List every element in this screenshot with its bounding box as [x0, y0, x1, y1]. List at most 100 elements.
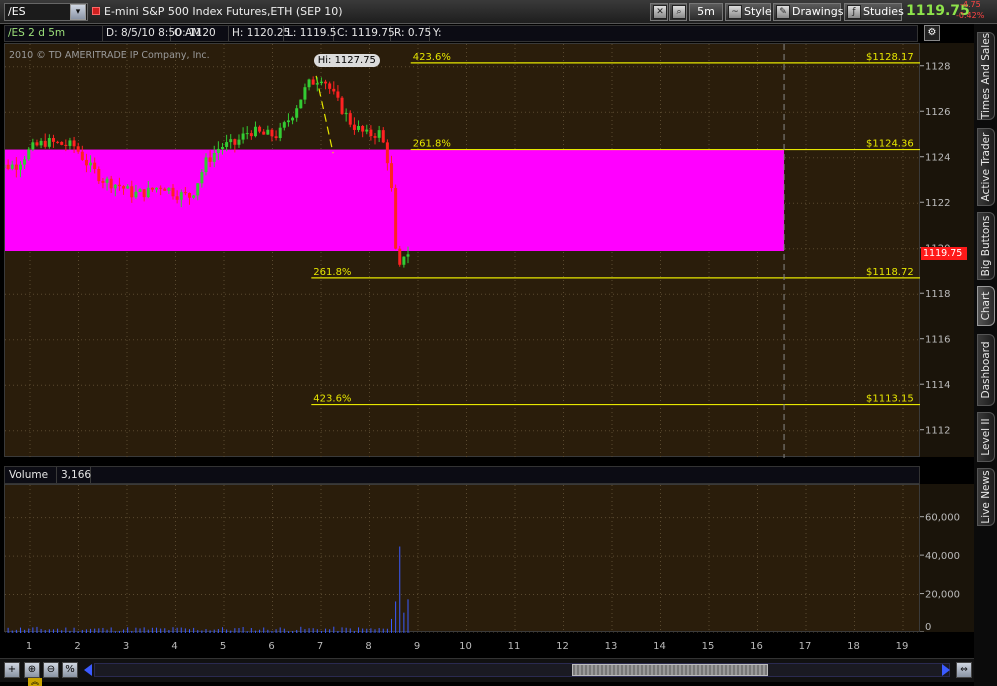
candle-body[interactable] — [14, 164, 18, 170]
candle-body[interactable] — [245, 133, 249, 135]
candle-body[interactable] — [68, 140, 72, 146]
candle-body[interactable] — [390, 163, 394, 189]
candle-body[interactable] — [357, 126, 361, 130]
candle-body[interactable] — [233, 139, 237, 145]
candle-body[interactable] — [101, 181, 105, 183]
candle-body[interactable] — [348, 113, 352, 125]
candle-body[interactable] — [105, 178, 109, 183]
symbol-period[interactable]: /ES 2 d 5m — [5, 26, 103, 41]
drawings-button[interactable]: ✎ Drawings — [773, 3, 843, 21]
candle-body[interactable] — [23, 159, 27, 165]
candle-body[interactable] — [237, 139, 241, 145]
candle-body[interactable] — [344, 113, 348, 115]
candle-body[interactable] — [365, 129, 369, 132]
candle-body[interactable] — [278, 127, 282, 139]
candle-body[interactable] — [332, 88, 336, 92]
candle-body[interactable] — [146, 187, 150, 198]
candle-body[interactable] — [373, 136, 377, 138]
collapse-chevron-icon[interactable]: ︽ — [28, 678, 42, 686]
candle-body[interactable] — [295, 108, 299, 118]
tab-active-trader[interactable]: Active Trader — [977, 128, 995, 206]
candle-body[interactable] — [122, 186, 126, 189]
candle-body[interactable] — [188, 193, 192, 198]
candle-body[interactable] — [84, 159, 88, 166]
candle-body[interactable] — [307, 79, 311, 88]
candle-body[interactable] — [18, 164, 22, 170]
chart-settings-button[interactable]: ⚙ — [924, 25, 940, 41]
candle-body[interactable] — [241, 133, 245, 140]
candle-body[interactable] — [72, 140, 76, 147]
candle-body[interactable] — [76, 146, 80, 152]
zoom-out-button[interactable]: ⊖ — [43, 662, 59, 678]
candle-body[interactable] — [175, 196, 179, 200]
zoom-tool-button[interactable]: ⌕ — [669, 3, 687, 21]
candle-body[interactable] — [303, 87, 307, 100]
crosshair-mode-button[interactable]: + — [4, 662, 20, 678]
candle-body[interactable] — [406, 254, 410, 257]
crosshair-tool-button[interactable]: ✕ — [650, 3, 668, 21]
candle-body[interactable] — [155, 187, 159, 190]
candle-body[interactable] — [179, 192, 183, 200]
candle-body[interactable] — [31, 142, 35, 150]
candle-body[interactable] — [60, 141, 64, 145]
candle-body[interactable] — [163, 188, 167, 191]
candle-body[interactable] — [282, 122, 286, 128]
candle-body[interactable] — [220, 146, 224, 149]
expand-button[interactable]: ⇔ — [956, 662, 972, 678]
candle-body[interactable] — [270, 129, 274, 137]
candle-body[interactable] — [377, 130, 381, 138]
candle-body[interactable] — [299, 99, 303, 109]
candle-body[interactable] — [328, 83, 332, 89]
candle-body[interactable] — [97, 169, 101, 182]
candle-body[interactable] — [402, 256, 406, 265]
price-chart-pane[interactable]: 423.6% $1128.17 261.8% $1124.36 261.8% $1118.… — [0, 43, 921, 458]
candle-body[interactable] — [361, 126, 365, 132]
candle-body[interactable] — [130, 186, 134, 198]
candle-body[interactable] — [352, 124, 356, 130]
tab-live-news[interactable]: Live News — [977, 468, 995, 526]
volume-svg[interactable] — [0, 485, 921, 634]
candle-body[interactable] — [171, 187, 175, 197]
candle-body[interactable] — [6, 164, 10, 169]
percent-mode-button[interactable]: % — [62, 662, 78, 678]
tab-level-ii[interactable]: Level II — [977, 412, 995, 462]
candle-body[interactable] — [291, 117, 295, 121]
candle-body[interactable] — [216, 148, 220, 154]
candle-body[interactable] — [117, 184, 121, 187]
candle-body[interactable] — [262, 131, 266, 135]
candle-body[interactable] — [336, 91, 340, 98]
candle-body[interactable] — [93, 162, 97, 170]
candle-body[interactable] — [225, 142, 229, 147]
candle-body[interactable] — [39, 140, 43, 146]
candle-body[interactable] — [315, 83, 319, 85]
volume-pane[interactable] — [0, 484, 921, 634]
candle-body[interactable] — [266, 129, 270, 135]
candle-body[interactable] — [10, 164, 14, 169]
candle-body[interactable] — [167, 187, 171, 191]
price-chart-svg[interactable]: 423.6% $1128.17 261.8% $1124.36 261.8% $1118.… — [0, 44, 921, 458]
candle-body[interactable] — [229, 139, 233, 143]
timeframe-button[interactable]: 5m — [689, 3, 723, 21]
candle-body[interactable] — [35, 142, 39, 146]
tab-dashboard[interactable]: Dashboard — [977, 334, 995, 406]
candle-body[interactable] — [192, 195, 196, 198]
candle-body[interactable] — [113, 184, 117, 189]
candle-body[interactable] — [381, 130, 385, 143]
candle-body[interactable] — [200, 172, 204, 184]
symbol-dropdown-button[interactable]: ▾ — [70, 4, 86, 20]
scrollbar-thumb[interactable] — [572, 664, 768, 676]
style-button[interactable]: ~ Style — [725, 3, 772, 21]
candle-body[interactable] — [369, 129, 373, 137]
candle-body[interactable] — [394, 188, 398, 249]
candle-body[interactable] — [56, 141, 60, 143]
candle-body[interactable] — [204, 157, 208, 173]
tab-big-buttons[interactable]: Big Buttons — [977, 212, 995, 280]
candle-body[interactable] — [258, 126, 262, 132]
zoom-in-button[interactable]: ⊕ — [24, 662, 40, 678]
price-axis[interactable]: 112811261124112211201118111611141112 111… — [920, 43, 974, 457]
candle-body[interactable] — [208, 157, 212, 162]
candle-body[interactable] — [43, 140, 47, 147]
candle-body[interactable] — [47, 138, 51, 147]
candle-body[interactable] — [27, 149, 31, 160]
candle-body[interactable] — [80, 151, 84, 160]
